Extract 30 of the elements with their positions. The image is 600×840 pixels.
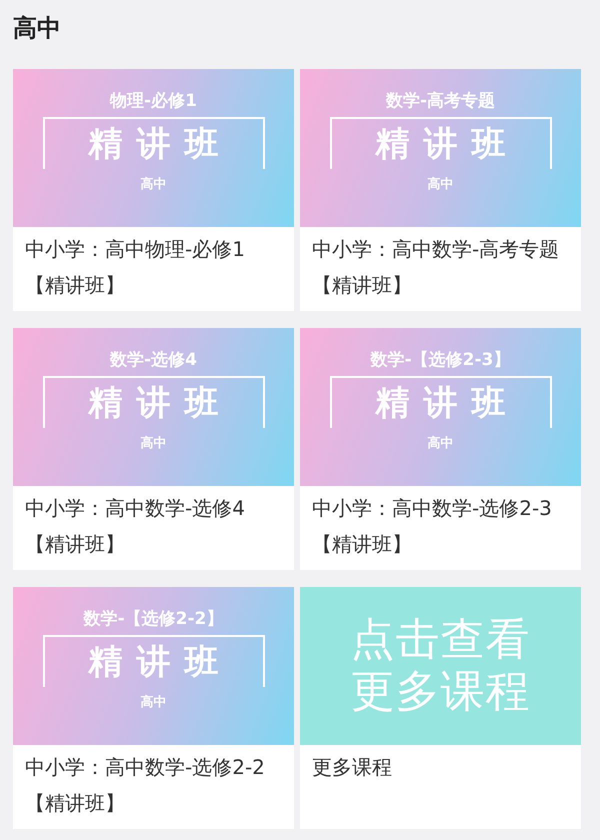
banner-subtitle: 物理-必修1 — [110, 91, 197, 111]
banner-title: 精讲班 — [88, 382, 232, 425]
banner-subtitle: 数学-【选修2-3】 — [370, 350, 510, 370]
banner-text: 更多课程 — [350, 666, 530, 718]
banner-title: 精讲班 — [88, 123, 232, 166]
banner-tag: 高中 — [140, 434, 166, 452]
banner-text: 点击查看 — [350, 614, 530, 666]
course-caption: 中小学：高中数学-选修2-3【精讲班】 — [311, 495, 553, 558]
banner-subtitle: 数学-【选修2-2】 — [84, 609, 224, 629]
course-card[interactable]: 物理-必修1 精讲班 高中 中小学：高中物理-必修1【精讲班】 — [13, 69, 294, 311]
course-card[interactable]: 数学-【选修2-2】 精讲班 高中 中小学：高中数学-选修2-2【精讲班】 — [13, 587, 294, 829]
banner-tag: 高中 — [140, 693, 166, 711]
banner-subtitle: 数学-选修4 — [110, 350, 197, 370]
course-card[interactable]: 点击查看 更多课程 更多课程 — [300, 587, 581, 829]
banner-title: 精讲班 — [376, 382, 520, 425]
banner-title: 精讲班 — [88, 641, 232, 684]
banner-tag: 高中 — [428, 434, 454, 452]
course-caption: 中小学：高中数学-高考专题【精讲班】 — [311, 236, 560, 299]
course-caption: 中小学：高中物理-必修1【精讲班】 — [24, 236, 246, 299]
course-card[interactable]: 数学-【选修2-3】 精讲班 高中 中小学：高中数学-选修2-3【精讲班】 — [300, 328, 581, 570]
course-caption: 更多课程 — [311, 754, 393, 781]
banner-title: 精讲班 — [376, 123, 520, 166]
section-title: 高中 — [13, 13, 62, 44]
course-card[interactable]: 数学-高考专题 精讲班 高中 中小学：高中数学-高考专题【精讲班】 — [300, 69, 581, 311]
course-card[interactable]: 数学-选修4 精讲班 高中 中小学：高中数学-选修4【精讲班】 — [13, 328, 294, 570]
course-caption: 中小学：高中数学-选修2-2【精讲班】 — [24, 754, 266, 817]
banner-subtitle: 数学-高考专题 — [386, 91, 496, 111]
banner-tag: 高中 — [428, 175, 454, 193]
banner-tag: 高中 — [140, 175, 166, 193]
course-caption: 中小学：高中数学-选修4【精讲班】 — [24, 495, 246, 558]
